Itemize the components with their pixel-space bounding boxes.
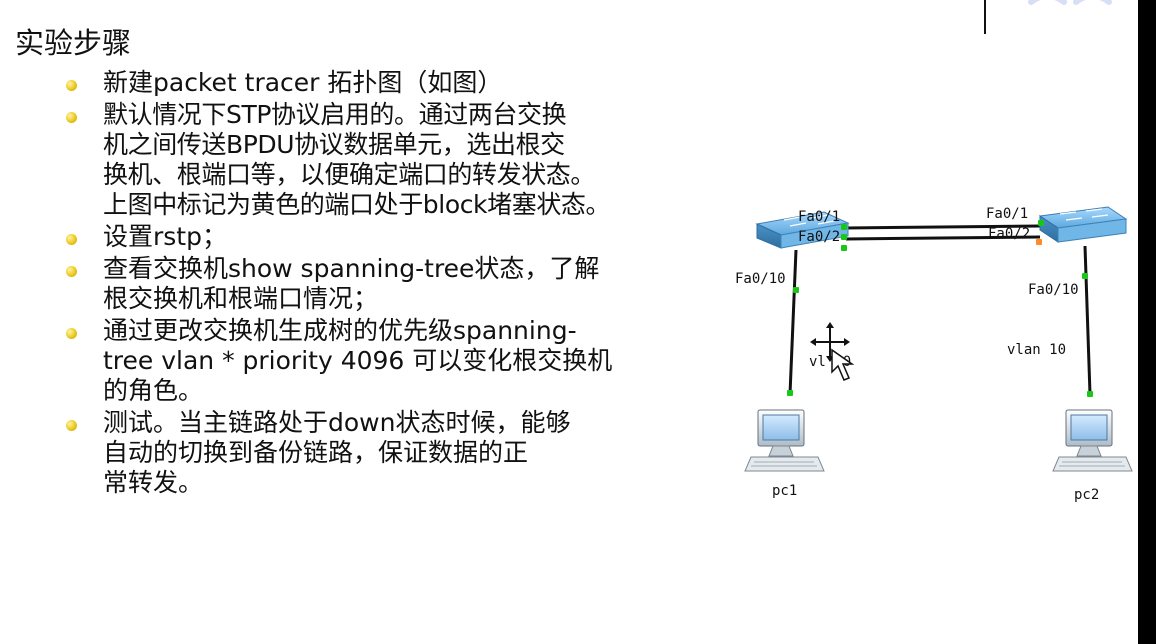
port-indicator-sw1-fa02[interactable] [841,234,847,240]
port-indicator-sw1-fa02-lower[interactable] [841,245,847,251]
pc-icon-screen [1070,414,1108,441]
bullet-dot-icon [66,80,77,91]
bullet-item-create-topology: 新建packet tracer 拓扑图（如图） [66,68,731,98]
top-divider-line [984,0,986,34]
bullet-item-failover-test: 测试。当主链路处于down状态时候，能够 自动的切换到备份链路，保证数据的正 常… [66,408,731,498]
slide-title: 实验步骤 [15,26,132,60]
port-indicator-pc2[interactable] [1087,391,1093,397]
bullet-text: 设置rstp； [103,222,227,251]
port-indicator-sw1-fa010[interactable] [793,287,799,293]
bullet-item-stp-default: 默认情况下STP协议启用的。通过两台交换 机之间传送BPDU协议数据单元，选出根… [66,100,731,220]
port-indicator-sw2-fa01[interactable] [1038,220,1044,226]
move-cursor-icon [810,322,855,381]
sw2-pc2-link[interactable] [1083,245,1092,395]
pc-icon-keyboard [744,456,825,472]
bullet-item-show-spanning-tree: 查看交换机show spanning-tree状态，了解 根交换机和根端口情况； [66,254,731,314]
sw1-pc1-link[interactable] [788,249,798,395]
pc-icon-screen [762,414,800,441]
slide-corner-decoration-shape [1073,0,1112,5]
window-right-border [1138,0,1156,644]
bullet-text: 测试。当主链路处于down状态时候，能够 自动的切换到备份链路，保证数据的正 常… [103,408,571,497]
bullet-dot-icon [66,234,77,245]
pc-icon-stand [1076,445,1102,457]
bullet-text: 通过更改交换机生成树的优先级spanning- tree vlan * prio… [103,316,613,405]
switch-icon[interactable] [1038,206,1128,243]
bullet-item-change-priority: 通过更改交换机生成树的优先级spanning- tree vlan * prio… [66,316,731,406]
bullet-text: 默认情况下STP协议启用的。通过两台交换 机之间传送BPDU协议数据单元，选出根… [103,100,611,219]
label-sw1-fa01: Fa0/1 [798,209,840,225]
label-sw2-fa02: Fa0/2 [988,226,1030,242]
bullet-list: 新建packet tracer 拓扑图（如图） 默认情况下STP协议启用的。通过… [66,68,731,498]
slide: 实验步骤 新建packet tracer 拓扑图（如图） 默认情况下STP协议启… [0,0,1138,644]
label-vlan-right: vlan 10 [1007,342,1066,358]
bullet-text: 新建packet tracer 拓扑图（如图） [103,68,503,97]
port-indicator-sw2-fa010[interactable] [1082,273,1088,279]
label-pc1: pc1 [772,483,797,499]
slide-corner-decoration-shape [1028,0,1067,5]
port-indicator-sw1-fa01[interactable] [841,224,847,230]
pc-icon[interactable] [1052,409,1133,472]
label-sw2-fa01: Fa0/1 [986,206,1028,222]
bullet-text: 查看交换机show spanning-tree状态，了解 根交换机和根端口情况； [103,254,600,313]
label-pc2: pc2 [1074,487,1099,503]
port-indicator-pc1[interactable] [787,390,793,396]
bullet-item-set-rstp: 设置rstp； [66,222,731,252]
slide-corner-decoration [1028,0,1112,5]
label-sw1-fa02: Fa0/2 [798,229,840,245]
bullet-dot-icon [66,266,77,277]
bullet-dot-icon [66,328,77,339]
label-sw1-fa010: Fa0/10 [735,271,786,287]
pc-icon[interactable] [744,409,825,472]
label-sw2-fa010: Fa0/10 [1028,282,1079,298]
trunk-link-fa01-highlight [845,222,1041,226]
bullet-dot-icon [66,420,77,431]
bullet-dot-icon [66,112,77,123]
pc-icon-keyboard [1052,456,1133,472]
port-indicator-sw2-fa02-blocked[interactable] [1036,239,1042,245]
network-topology-diagram: Fa0/1 Fa0/2 Fa0/1 Fa0/2 Fa0/10 Fa0/10 vl… [735,206,1133,503]
pc-icon-stand [768,445,794,457]
